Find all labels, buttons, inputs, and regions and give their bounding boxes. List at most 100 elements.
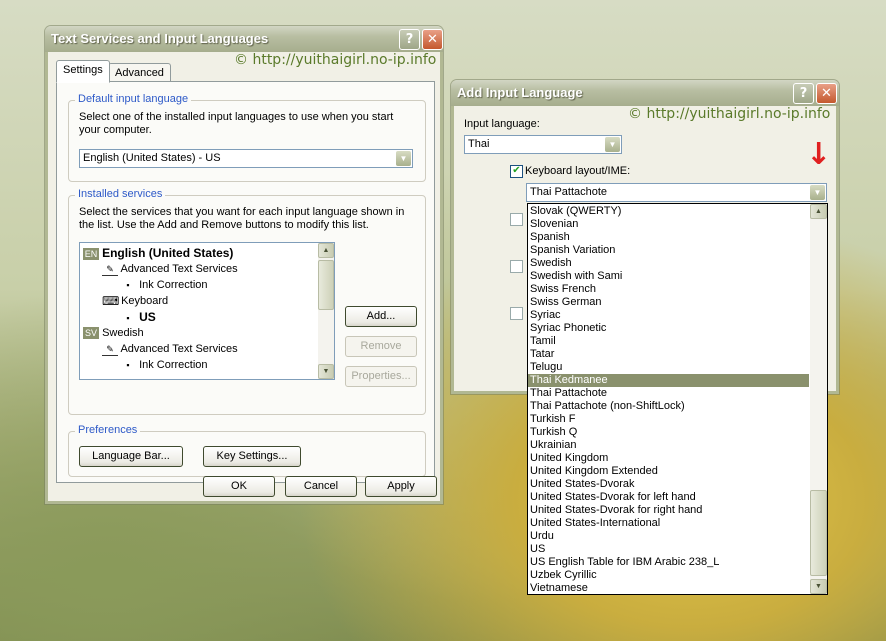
input-language-label: Input language: [464,118,540,130]
dropdown-option[interactable]: United States-Dvorak [528,478,809,491]
dropdown-option[interactable]: Turkish Q [528,426,809,439]
tree-row-label: English (United States) [102,246,234,260]
dropdown-option[interactable]: Tamil [528,335,809,348]
group-legend: Installed services [75,188,166,200]
dropdown-option[interactable]: Urdu [528,530,809,543]
dropdown-option[interactable]: Vietnamese [528,582,809,594]
dropdown-option[interactable]: United States-Dvorak for right hand [528,504,809,517]
language-badge: EN [83,248,99,261]
ok-button[interactable]: OK [203,476,275,497]
tree-row-label: Swedish [102,327,144,339]
tree-row-service[interactable]: ⌨ Keyboard [102,293,168,309]
dropdown-option[interactable]: Swedish [528,257,809,270]
dropdown-option[interactable]: United States-Dvorak for left hand [528,491,809,504]
default-language-select[interactable]: English (United States) - US ▼ [79,149,413,168]
close-button[interactable]: ✕ [422,29,443,50]
dropdown-option[interactable]: Tatar [528,348,809,361]
tree-row-item[interactable]: ▪ Ink Correction [120,357,207,373]
keyboard-layout-dropdown-list[interactable]: Slovak (QWERTY) Slovenian Spanish Spanish V… [527,203,828,595]
chevron-down-icon[interactable]: ▼ [396,151,411,166]
dropdown-option[interactable]: US [528,543,809,556]
dropdown-scrollbar[interactable]: ▲ ▼ [810,204,827,594]
dropdown-option[interactable]: Slovenian [528,218,809,231]
tab-settings[interactable]: Settings [56,60,110,83]
remove-button[interactable]: Remove [345,336,417,357]
default-language-group: Default input language Select one of the… [68,93,426,182]
hidden-checkbox-2[interactable] [510,260,523,273]
tree-row-language[interactable]: EN English (United States) [83,245,233,261]
dropdown-option[interactable]: United Kingdom [528,452,809,465]
dropdown-option[interactable]: Spanish Variation [528,244,809,257]
properties-button[interactable]: Properties... [345,366,417,387]
dropdown-option[interactable]: Syriac Phonetic [528,322,809,335]
chevron-down-icon[interactable]: ▼ [810,185,825,200]
cancel-button[interactable]: Cancel [285,476,357,497]
hidden-checkbox-1[interactable] [510,213,523,226]
language-bar-button[interactable]: Language Bar... [79,446,183,467]
group-description: Select one of the installed input langua… [79,111,394,136]
tree-row-language[interactable]: SV Swedish [83,325,144,341]
key-settings-button[interactable]: Key Settings... [203,446,301,467]
dialog-client: © http://yuithaigirl.no-ip.info Settings… [45,52,443,504]
tree-row-label: Ink Correction [139,279,208,291]
selected-value: Thai Pattachote [530,186,608,198]
dialog-title: Text Services and Input Languages [51,31,269,46]
services-tree[interactable]: EN English (United States) ✎ Advanced Te… [79,242,335,380]
title-bar[interactable]: Text Services and Input Languages ? ✕ [45,26,443,52]
scroll-thumb[interactable] [810,490,827,576]
dropdown-option[interactable]: Swiss German [528,296,809,309]
dropdown-option[interactable]: United Kingdom Extended [528,465,809,478]
dropdown-option[interactable]: US English Table for IBM Arabic 238_L [528,556,809,569]
tree-row-item[interactable]: ▪ US [120,309,155,325]
red-arrow-icon: ↓ [806,137,832,172]
group-legend: Preferences [75,424,141,436]
text-services-icon: ✎ [102,263,118,276]
scroll-down-button[interactable]: ▼ [810,579,827,594]
text-services-icon: ✎ [102,343,118,356]
chevron-down-icon[interactable]: ▼ [605,137,620,152]
scroll-thumb[interactable] [318,260,334,310]
help-button[interactable]: ? [793,83,814,104]
tree-row-label: Keyboard [121,295,169,307]
dropdown-option[interactable]: Swiss French [528,283,809,296]
tree-row-service[interactable]: ✎ Advanced Text Services [102,341,238,357]
tree-row-item[interactable]: ▪ Ink Correction [120,277,208,293]
input-language-select[interactable]: Thai ▼ [464,135,622,154]
close-button[interactable]: ✕ [816,83,837,104]
tree-row-service[interactable]: ✎ Advanced Text Services [102,261,238,277]
dropdown-option[interactable]: Thai Pattachote [528,387,809,400]
dropdown-option[interactable]: Thai Pattachote (non-ShiftLock) [528,400,809,413]
apply-button[interactable]: Apply [365,476,437,497]
group-description: Select the services that you want for ea… [79,206,405,231]
tree-row-label: Advanced Text Services [120,343,238,355]
help-button[interactable]: ? [399,29,420,50]
hidden-checkbox-3[interactable] [510,307,523,320]
dropdown-option[interactable]: Uzbek Cyrillic [528,569,809,582]
scroll-up-button[interactable]: ▲ [318,243,334,258]
bullet-icon: ▪ [126,280,130,291]
title-bar[interactable]: Add Input Language ? ✕ [451,80,839,106]
preferences-group: Preferences Language Bar... Key Settings… [68,424,426,477]
dropdown-option[interactable]: Spanish [528,231,809,244]
keyboard-icon: ⌨ [102,294,120,309]
keyboard-layout-select[interactable]: Thai Pattachote ▼ [526,183,827,202]
tab-advanced[interactable]: Advanced [108,63,171,82]
add-button[interactable]: Add... [345,306,417,327]
tree-row-label: Advanced Text Services [120,263,238,275]
keyboard-layout-checkbox[interactable]: ✔ [510,165,523,178]
scroll-up-button[interactable]: ▲ [810,204,827,219]
tree-scrollbar[interactable]: ▲ ▼ [318,243,334,379]
dropdown-option[interactable]: Thai Kedmanee [528,374,809,387]
dropdown-option[interactable]: Turkish F [528,413,809,426]
selected-value: English (United States) - US [83,152,221,164]
scroll-down-button[interactable]: ▼ [318,364,334,379]
dropdown-option[interactable]: Swedish with Sami [528,270,809,283]
bullet-icon: ▪ [126,360,130,371]
dropdown-option[interactable]: Telugu [528,361,809,374]
dropdown-option[interactable]: Syriac [528,309,809,322]
dropdown-option[interactable]: Slovak (QWERTY) [528,205,809,218]
watermark: © http://yuithaigirl.no-ip.info [628,106,831,122]
dropdown-option[interactable]: United States-International [528,517,809,530]
keyboard-layout-label: Keyboard layout/IME: [525,165,631,177]
dropdown-option[interactable]: Ukrainian [528,439,809,452]
